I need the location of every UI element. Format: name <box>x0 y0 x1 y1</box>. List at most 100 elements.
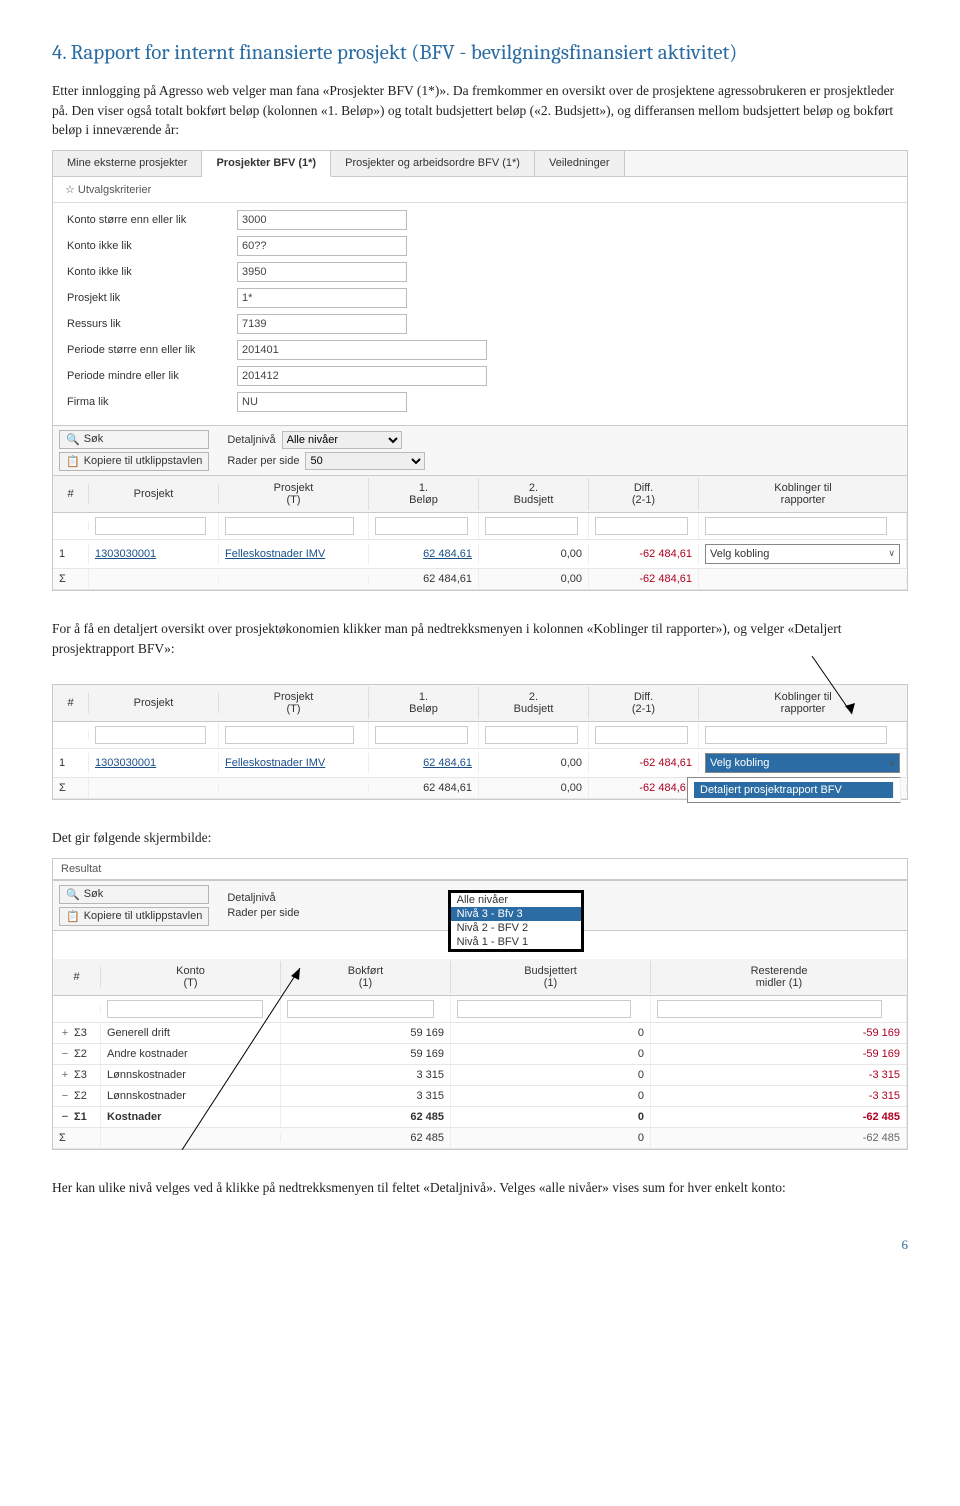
clipboard-icon: 📋 <box>66 910 80 923</box>
project-link[interactable]: 1303030001 <box>95 757 156 769</box>
grid-toolbar: 🔍Søk 📋Kopiere til utklippstavlen Detaljn… <box>53 880 907 931</box>
report-link-select[interactable]: Velg kobling∨ <box>705 753 900 773</box>
table-row: 1 1303030001 Felleskostnader IMV 62 484,… <box>53 749 907 778</box>
criteria-label: Konto ikke lik <box>67 266 237 278</box>
grid-filter-row <box>53 722 907 749</box>
grid-filter-row <box>53 513 907 540</box>
criteria-input[interactable] <box>237 262 407 282</box>
criteria-input[interactable] <box>237 366 487 386</box>
search-button[interactable]: 🔍Søk <box>59 430 209 449</box>
paragraph-3: Det gir følgende skjermbilde: <box>52 828 908 848</box>
criteria-section: Konto større enn eller lik Konto ikke li… <box>53 203 907 425</box>
detail-level-option[interactable]: Nivå 3 - Bfv 3 <box>451 907 581 921</box>
detail-level-label: Detaljnivå <box>227 892 275 904</box>
chevron-down-icon: ∨ <box>888 548 895 559</box>
clipboard-icon: 📋 <box>66 455 80 468</box>
filter-input[interactable] <box>485 726 578 744</box>
detail-level-label: Detaljnivå <box>227 434 275 446</box>
detail-level-option[interactable]: Nivå 2 - BFV 2 <box>451 921 581 935</box>
amount-link[interactable]: 62 484,61 <box>423 757 472 769</box>
collapse-icon[interactable]: − <box>59 1048 71 1060</box>
grid-filter-row <box>53 996 907 1023</box>
screenshot-resultat: Resultat 🔍Søk 📋Kopiere til utklippstavle… <box>52 858 908 1150</box>
tab-bar: Mine eksterne prosjekter Prosjekter BFV … <box>53 151 907 177</box>
rows-per-page-label: Rader per side <box>227 455 299 467</box>
criteria-label: Periode mindre eller lik <box>67 370 237 382</box>
search-button[interactable]: 🔍Søk <box>59 885 209 904</box>
report-link-select[interactable]: Velg kobling∨ <box>705 544 900 564</box>
resultat-heading: Resultat <box>53 859 907 880</box>
criteria-label: Periode større enn eller lik <box>67 344 237 356</box>
criteria-input[interactable] <box>237 340 487 360</box>
rows-per-page-label: Rader per side <box>227 907 299 919</box>
detail-level-option[interactable]: Alle nivåer <box>451 893 581 907</box>
dropdown-option[interactable]: Detaljert prosjektrapport BFV <box>694 782 894 798</box>
expand-icon[interactable]: + <box>59 1027 71 1039</box>
filter-input[interactable] <box>287 1000 434 1018</box>
page-number: 6 <box>52 1237 908 1253</box>
screenshot-grid-dropdown: # Prosjekt Prosjekt (T) 1. Beløp 2. Buds… <box>52 684 908 800</box>
criteria-label: Konto større enn eller lik <box>67 214 237 226</box>
table-row: +Σ3 Generell drift59 1690-59 169 <box>53 1023 907 1044</box>
tab-external-projects[interactable]: Mine eksterne prosjekter <box>53 151 202 176</box>
filter-input[interactable] <box>485 517 578 535</box>
criteria-input[interactable] <box>237 392 407 412</box>
filter-input[interactable] <box>225 517 354 535</box>
criteria-label: Ressurs lik <box>67 318 237 330</box>
criteria-input[interactable] <box>237 288 407 308</box>
criteria-input[interactable] <box>237 236 407 256</box>
criteria-label: Prosjekt lik <box>67 292 237 304</box>
criteria-label: Konto ikke lik <box>67 240 237 252</box>
criteria-input[interactable] <box>237 210 407 230</box>
report-link-dropdown: Detaljert prosjektrapport BFV <box>687 777 901 803</box>
paragraph-4: Her kan ulike nivå velges ved å klikke p… <box>52 1178 908 1198</box>
filter-input[interactable] <box>705 726 887 744</box>
filter-input[interactable] <box>375 726 468 744</box>
search-icon: 🔍 <box>66 888 80 901</box>
grid-toolbar: 🔍Søk 📋Kopiere til utklippstavlen Detaljn… <box>53 425 907 476</box>
table-row: −Σ2 Lønnskostnader3 3150-3 315 <box>53 1086 907 1107</box>
project-link[interactable]: 1303030001 <box>95 548 156 560</box>
detail-level-option[interactable]: Nivå 1 - BFV 1 <box>451 935 581 949</box>
tab-guides[interactable]: Veiledninger <box>535 151 625 176</box>
section-heading: 4. Rapport for internt finansierte prosj… <box>52 40 908 67</box>
criteria-label: Firma lik <box>67 396 237 408</box>
project-text-link[interactable]: Felleskostnader IMV <box>225 757 325 769</box>
filter-input[interactable] <box>225 726 354 744</box>
search-icon: 🔍 <box>66 433 80 446</box>
filter-input[interactable] <box>375 517 468 535</box>
table-row: −Σ1 Kostnader62 4850-62 485 <box>53 1107 907 1128</box>
criteria-heading[interactable]: ☆ Utvalgskriterier <box>53 177 907 203</box>
expand-icon[interactable]: + <box>59 1069 71 1081</box>
rows-per-page-select[interactable]: 50 <box>305 452 425 470</box>
tab-projects-workorder-bfv[interactable]: Prosjekter og arbeidsordre BFV (1*) <box>331 151 535 176</box>
detail-level-select[interactable]: Alle nivåer <box>282 431 402 449</box>
grid-header: # Prosjekt Prosjekt (T) 1. Beløp 2. Buds… <box>53 476 907 513</box>
project-text-link[interactable]: Felleskostnader IMV <box>225 548 325 560</box>
paragraph-1: Etter innlogging på Agresso web velger m… <box>52 81 908 140</box>
table-row: +Σ3 Lønnskostnader3 3150-3 315 <box>53 1065 907 1086</box>
amount-link[interactable]: 62 484,61 <box>423 548 472 560</box>
tab-projects-bfv[interactable]: Prosjekter BFV (1*) <box>202 151 331 177</box>
filter-input[interactable] <box>95 726 206 744</box>
table-sum-row: Σ 62 484,61 0,00 -62 484,61 <box>53 569 907 590</box>
filter-input[interactable] <box>95 517 206 535</box>
chevron-down-icon: ∨ <box>888 758 895 769</box>
detail-level-popup: Alle nivåer Nivå 3 - Bfv 3 Nivå 2 - BFV … <box>450 892 582 950</box>
collapse-icon[interactable]: − <box>59 1111 71 1123</box>
paragraph-2: For å få en detaljert oversikt over pros… <box>52 619 908 658</box>
copy-clipboard-button[interactable]: 📋Kopiere til utklippstavlen <box>59 452 209 471</box>
filter-input[interactable] <box>457 1000 631 1018</box>
grid-header: # Konto (T) Bokført (1) Budsjettert (1) … <box>53 959 907 996</box>
screenshot-projects-bfv: Mine eksterne prosjekter Prosjekter BFV … <box>52 150 908 591</box>
table-row: 1 1303030001 Felleskostnader IMV 62 484,… <box>53 540 907 569</box>
filter-input[interactable] <box>595 517 688 535</box>
filter-input[interactable] <box>705 517 887 535</box>
filter-input[interactable] <box>595 726 688 744</box>
filter-input[interactable] <box>657 1000 882 1018</box>
collapse-icon[interactable]: − <box>59 1090 71 1102</box>
copy-clipboard-button[interactable]: 📋Kopiere til utklippstavlen <box>59 907 209 926</box>
criteria-input[interactable] <box>237 314 407 334</box>
filter-input[interactable] <box>107 1000 263 1018</box>
grid-header: # Prosjekt Prosjekt (T) 1. Beløp 2. Buds… <box>53 685 907 722</box>
